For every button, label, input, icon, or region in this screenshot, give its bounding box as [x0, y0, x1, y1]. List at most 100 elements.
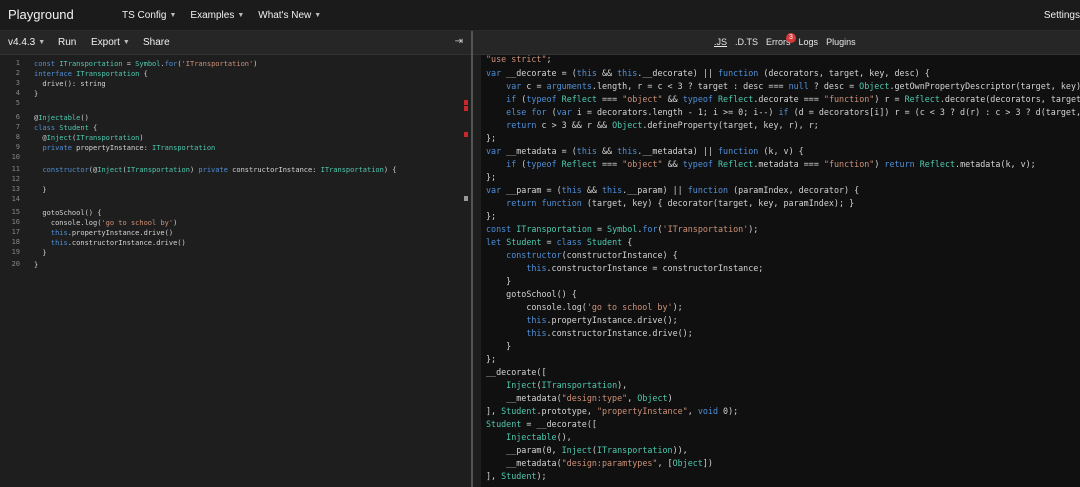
code-line: const ITransportation = Symbol.for('ITra…: [34, 60, 258, 68]
tab-js[interactable]: .JS: [714, 37, 727, 47]
output-line: };: [486, 133, 497, 143]
line-number: 10: [11, 153, 20, 161]
output-line: __decorate([: [486, 367, 547, 377]
output-line: this.propertyInstance.drive();: [526, 315, 678, 325]
output-line: }: [486, 276, 512, 286]
run-button[interactable]: Run: [58, 37, 76, 48]
code-line: class Student {: [34, 124, 98, 132]
output-line: let Student = class Student {: [486, 237, 633, 247]
output-line: ], Student.prototype, "propertyInstance"…: [486, 406, 739, 416]
code-line: interface ITransportation {: [34, 70, 148, 78]
tab-plugins[interactable]: Plugins: [826, 37, 856, 47]
output-line: __param(0, Inject(ITransportation)),: [486, 445, 688, 455]
nav-ts-config[interactable]: TS Config ▼: [122, 10, 176, 21]
output-line: "use strict";: [486, 55, 552, 64]
line-number: 5: [15, 99, 20, 107]
code-line: }: [34, 90, 39, 98]
chevron-down-icon: ▼: [237, 12, 245, 19]
line-number: 12: [11, 175, 20, 183]
export-label: Export: [91, 37, 120, 48]
line-number: 20: [11, 260, 20, 268]
line-number: 17: [11, 228, 20, 236]
output-line: else for (var i = decorators.length - 1;…: [506, 107, 1080, 117]
top-nav-menu: TS Config ▼ Examples ▼ What's New ▼: [122, 10, 321, 21]
top-navbar: Playground TS Config ▼ Examples ▼ What's N…: [0, 0, 1080, 31]
line-number: 11: [11, 165, 20, 173]
line-number: 13: [11, 185, 20, 193]
tab-dts[interactable]: .D.TS: [735, 37, 758, 47]
version-select[interactable]: v4.4.3 ▼: [8, 37, 45, 48]
line-number: 3: [15, 79, 20, 87]
output-line: ], Student);: [486, 471, 547, 481]
code-editor[interactable]: 1 2 3 4 5 6 7 8 9 10 11 12 13 14 15 16 1…: [0, 55, 471, 487]
nav-whats-new-label: What's New: [258, 10, 312, 21]
line-number: 8: [15, 133, 20, 141]
nav-examples[interactable]: Examples ▼: [190, 10, 244, 21]
line-number: 19: [11, 248, 20, 256]
output-tabs: .JS .D.TS Errors Logs Plugins: [714, 37, 856, 47]
code-line: console.log('go to school by'): [34, 219, 178, 227]
app-title[interactable]: Playground: [8, 7, 74, 22]
output-line: if (typeof Reflect === "object" && typeo…: [506, 159, 1036, 169]
output-line: Inject(ITransportation),: [506, 380, 628, 390]
error-marker[interactable]: [464, 132, 468, 137]
line-number: 7: [15, 123, 20, 131]
code-line: this.constructorInstance.drive(): [50, 239, 186, 247]
line-number: 14: [11, 195, 20, 203]
output-line: }: [486, 341, 512, 351]
output-line: if (typeof Reflect === "object" && typeo…: [506, 94, 1080, 104]
chevron-down-icon: ▼: [314, 12, 322, 19]
line-number: 15: [11, 208, 20, 216]
js-output-pane[interactable]: "use strict"; var __decorate = (this && …: [481, 55, 1080, 487]
code-line: @Injectable(): [34, 114, 89, 122]
output-line: };: [486, 211, 497, 221]
code-line: constructor(@Inject(ITransportation) pri…: [42, 166, 397, 174]
output-line: const ITransportation = Symbol.for('ITra…: [486, 224, 759, 234]
output-line: return c > 3 && r && Object.defineProper…: [506, 120, 819, 130]
output-line: var __decorate = (this && this.__decorat…: [486, 68, 930, 78]
chevron-down-icon: ▼: [169, 12, 177, 19]
output-line: console.log('go to school by');: [486, 302, 683, 312]
output-line: __metadata("design:type", Object): [486, 393, 673, 403]
code-line: }: [34, 186, 47, 194]
code-line: gotoSchool() {: [34, 209, 102, 217]
errors-count-badge: 3: [786, 33, 796, 43]
output-line: gotoSchool() {: [486, 289, 577, 299]
nav-examples-label: Examples: [190, 10, 235, 21]
output-line: __metadata("design:paramtypes", [Object]…: [486, 458, 713, 468]
tab-logs[interactable]: Logs: [799, 37, 819, 47]
export-menu[interactable]: Export ▼: [91, 37, 130, 48]
output-line: };: [486, 354, 497, 364]
share-button[interactable]: Share: [143, 37, 170, 48]
output-line: Student = __decorate([: [486, 419, 597, 429]
error-marker[interactable]: [464, 100, 468, 105]
output-line: var __metadata = (this && this.__metadat…: [486, 146, 804, 156]
settings-link[interactable]: Settings: [1044, 10, 1080, 21]
nav-whats-new[interactable]: What's New ▼: [258, 10, 321, 21]
code-line: this.propertyInstance.drive(): [50, 229, 174, 237]
code-line: }: [34, 249, 47, 257]
line-number: 16: [11, 218, 20, 226]
output-line: };: [486, 172, 497, 182]
code-line: drive(): string: [34, 80, 106, 88]
scrollbar-thumb[interactable]: [464, 196, 468, 201]
line-number: 6: [15, 113, 20, 121]
line-number: 1: [15, 59, 20, 67]
line-number-gutter: 1 2 3 4 5 6 7 8 9 10 11 12 13 14 15 16 1…: [0, 55, 24, 487]
output-line: var __param = (this && this.__param) || …: [486, 185, 860, 195]
code-line: private propertyInstance: ITransportatio…: [42, 144, 216, 152]
line-number: 4: [15, 89, 20, 97]
editor-toolbar: v4.4.3 ▼ Run Export ▼ Share ⇥: [0, 31, 471, 55]
output-line: Injectable(),: [506, 432, 572, 442]
pane-divider[interactable]: [471, 31, 473, 487]
output-line: this.constructorInstance = constructorIn…: [526, 263, 764, 273]
collapse-panel-icon[interactable]: ⇥: [455, 36, 463, 47]
output-toolbar: .JS .D.TS Errors Logs Plugins: [473, 31, 1080, 55]
error-marker[interactable]: [464, 106, 468, 111]
output-line: this.constructorInstance.drive();: [526, 328, 693, 338]
line-number: 18: [11, 238, 20, 246]
line-number: 2: [15, 69, 20, 77]
code-line: @Inject(ITransportation): [34, 134, 144, 142]
chevron-down-icon: ▼: [122, 39, 130, 46]
nav-ts-config-label: TS Config: [122, 10, 167, 21]
